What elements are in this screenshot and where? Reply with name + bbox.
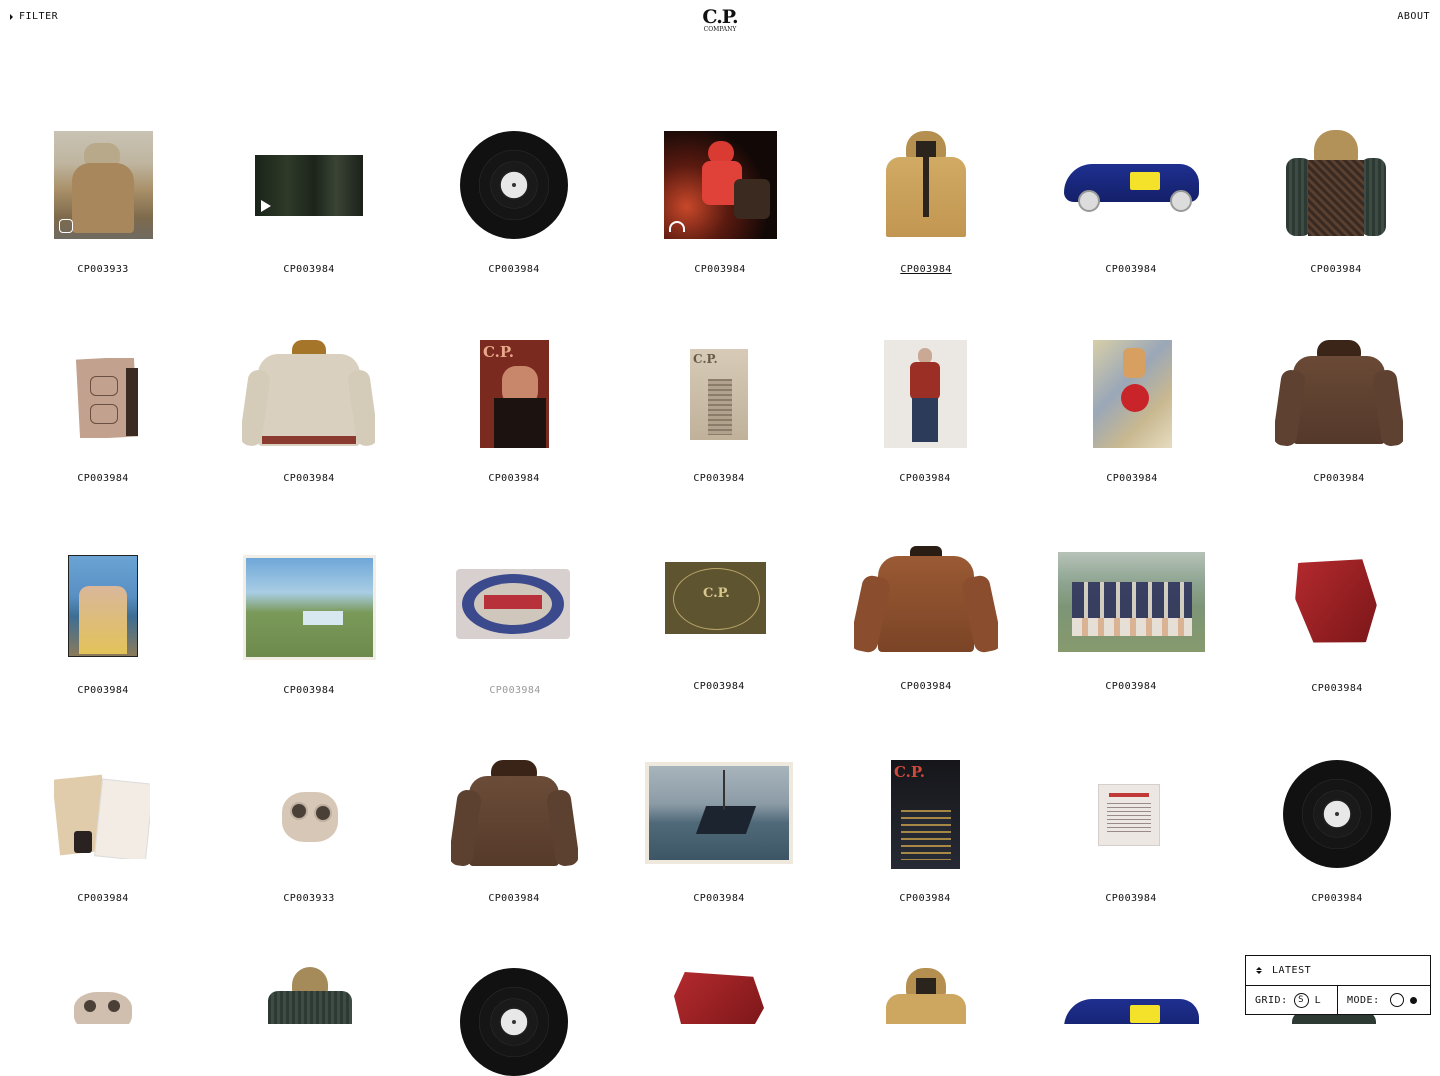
grid-size-large-button[interactable]: L [1315,995,1322,1006]
item-image [243,555,376,660]
item-code: CP003933 [77,264,129,275]
item-image [884,340,967,448]
caret-right-icon [10,13,13,20]
item-image [664,131,777,239]
item-image: C.P. [690,349,748,440]
item-code: CP003984 [283,473,335,484]
item-code: CP003984 [1310,264,1362,275]
item-code: CP003984 [900,681,952,692]
item-image: C.P. [480,340,549,448]
item-code: CP003984 [77,473,129,484]
item-code: CP003984 [1313,473,1365,484]
item-code: CP003984 [1105,681,1157,692]
grid-size-small-label: S [1298,995,1305,1005]
item-image [451,760,578,868]
item-code: CP003984 [693,473,745,484]
item-image: C.P. [891,760,960,869]
item-image [70,988,136,1024]
cp-company-logo[interactable]: C.P. COMPANY [700,6,740,34]
item-code: CP003984 [693,893,745,904]
logo-mark: C.P. [702,6,738,28]
item-code: CP003984 [77,685,129,696]
item-code: CP003984 [488,473,540,484]
item-code: CP003933 [283,893,335,904]
mode-control: MODE: [1338,986,1417,1014]
item-image: C.P. [665,562,766,634]
mode-light-circle-icon[interactable] [1389,993,1404,1007]
mode-dark-dot-icon[interactable] [1409,996,1417,1004]
item-image [1275,340,1403,448]
item-code: CP003984 [1105,893,1157,904]
item-image [255,155,363,216]
item-code: CP003984 [488,893,540,904]
grid-label: GRID: [1255,994,1288,1006]
sort-arrows-icon [1256,967,1262,974]
item-image [1284,130,1388,238]
item-code: CP003984 [900,264,952,275]
item-code: CP003984 [1106,473,1158,484]
item-image [268,967,352,1024]
item-code: CP003984 [488,264,540,275]
item-image [854,546,998,656]
item-code: CP003984 [899,473,951,484]
item-code: CP003984 [1311,683,1363,694]
view-controls: LATEST GRID: S L MODE: [1245,955,1431,1015]
grid-size-small-button[interactable]: S [1293,992,1309,1008]
item-code: CP003984 [1311,893,1363,904]
item-image [68,555,138,657]
item-image [1058,552,1205,652]
filter-label: FILTER [19,11,59,22]
item-image [876,968,976,1024]
filter-toggle[interactable]: FILTER [10,11,58,22]
item-code: CP003984 [77,893,129,904]
site-header: FILTER C.P. COMPANY ABOUT [0,0,1440,50]
item-image [645,762,793,864]
vinyl-record-image [460,968,568,1076]
logo-wordmark: COMPANY [703,26,737,33]
item-image [876,131,976,239]
item-image [1093,340,1172,448]
vinyl-record-image [460,131,568,239]
item-image [54,771,150,859]
item-image [1290,548,1386,656]
instagram-icon [59,219,73,233]
item-image [278,786,342,848]
item-image [1058,995,1205,1024]
sort-label: LATEST [1272,965,1312,976]
item-code: CP003984 [283,264,335,275]
item-code: CP003984 [489,685,541,696]
sort-dropdown[interactable]: LATEST [1246,956,1430,986]
grid-size-control: GRID: S L [1246,986,1338,1014]
item-image [1058,156,1205,212]
item-image [670,968,768,1024]
item-code: CP003984 [899,893,951,904]
about-link[interactable]: ABOUT [1397,11,1430,22]
vinyl-record-image [1283,760,1391,868]
item-image [242,340,375,448]
item-image [1098,784,1160,846]
item-code: CP003984 [283,685,335,696]
headphones-icon [669,221,685,232]
mode-label: MODE: [1347,994,1380,1006]
item-image [54,131,153,239]
item-code: CP003984 [1105,264,1157,275]
item-image [76,358,140,438]
play-icon [261,200,271,212]
item-code: CP003984 [694,264,746,275]
item-code: CP003984 [693,681,745,692]
item-image [456,569,570,639]
